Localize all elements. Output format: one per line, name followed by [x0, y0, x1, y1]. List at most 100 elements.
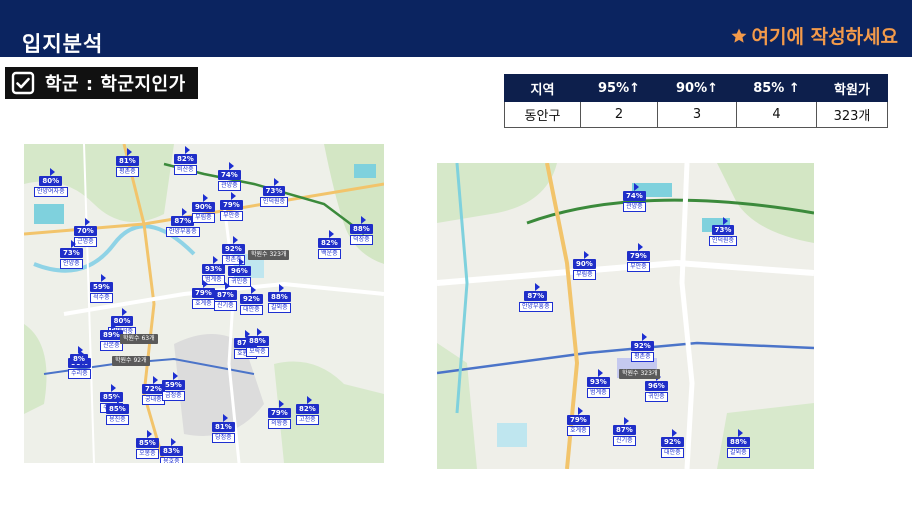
school-marker[interactable]: 87% 신기중	[214, 282, 237, 311]
school-marker[interactable]: 81% 평촌중	[116, 148, 139, 177]
table-header-cell: 95%↑	[580, 74, 658, 102]
school-name-label: 부안중	[627, 262, 650, 272]
school-marker[interactable]: 93% 범계중	[587, 369, 610, 398]
school-marker[interactable]: 88% 갈뫼중	[268, 284, 291, 313]
school-marker[interactable]: 8%	[70, 346, 88, 364]
flag-icon	[70, 240, 76, 248]
school-rate-label: 73%	[711, 225, 735, 235]
checkbox-icon	[11, 71, 35, 95]
school-rate-label: 79%	[567, 415, 590, 425]
slide: 입지분석 여기에 작성하세요 학군 : 학군지인가 지역 95%↑ 90%↑ 8…	[0, 0, 912, 513]
school-rate-label: 88%	[727, 437, 750, 447]
flag-icon	[641, 333, 647, 341]
school-marker[interactable]: 88% 덕장중	[350, 216, 373, 245]
school-rate-label: 74%	[623, 191, 646, 201]
table-cell: 323개	[816, 101, 888, 128]
school-marker[interactable]: 85% 용진중	[106, 396, 129, 425]
flag-icon	[278, 400, 284, 408]
school-name-label: 덕장중	[350, 235, 373, 245]
school-name-label: 의왕중	[268, 419, 291, 429]
school-marker[interactable]: 79% 부안중	[627, 243, 650, 272]
school-marker[interactable]: 74% 관양중	[218, 162, 241, 191]
school-marker[interactable]: 73% 인덕원중	[709, 217, 738, 246]
table-header-cell: 85% ↑	[736, 74, 817, 102]
school-name-label: 인덕원중	[709, 236, 738, 246]
school-map-detail[interactable]: 74% 관양중 73% 인덕원중 79% 부안중 90% 부림중 87% 안양부흥중 92% 평촌중 9…	[437, 163, 814, 469]
school-marker[interactable]: 85% 오봉중	[136, 430, 159, 459]
school-name-label: 갈뫼중	[727, 448, 750, 458]
flag-icon	[222, 414, 228, 422]
school-name-label: 대안중	[240, 305, 263, 315]
flag-icon	[577, 407, 583, 415]
school-name-label: 범계중	[587, 388, 610, 398]
school-name-label: 석수중	[90, 293, 113, 303]
school-marker[interactable]: 92% 대안중	[240, 286, 263, 315]
school-rate-label: 90%	[192, 202, 215, 212]
school-name-label: 안양여자중	[34, 187, 68, 197]
school-marker[interactable]: 73% 인덕원중	[260, 178, 289, 207]
school-rate-label: 85%	[106, 404, 129, 414]
school-marker[interactable]: 82% 비산중	[174, 146, 197, 175]
school-marker[interactable]: 73% 안양중	[60, 240, 83, 269]
school-name-label: 백운중	[318, 249, 341, 259]
flag-icon	[170, 438, 176, 446]
school-rate-label: 79%	[220, 200, 243, 210]
school-rate-label: 82%	[174, 154, 197, 164]
school-map-overview[interactable]: 81% 평촌중 82% 비산중 80% 안양여자중 74% 관양중 73% 인덕원중 87% 안양부흥…	[24, 144, 384, 463]
school-marker[interactable]: 59% 금정중	[162, 372, 185, 401]
school-marker[interactable]: 81% 당정중	[212, 414, 235, 443]
school-rate-label: 90%	[573, 259, 596, 269]
flag-icon	[212, 256, 218, 264]
school-rate-label: 79%	[192, 288, 215, 298]
school-marker[interactable]: 92% 대안중	[661, 429, 684, 458]
flag-icon	[228, 162, 234, 170]
school-rate-label: 73%	[60, 248, 83, 258]
table-header-cell: 지역	[504, 74, 581, 102]
flag-icon	[116, 396, 122, 404]
school-rate-label: 87%	[613, 425, 636, 435]
school-marker[interactable]: 88% 갈뫼중	[727, 429, 750, 458]
school-rate-label: 93%	[587, 377, 610, 387]
school-rate-label: 79%	[268, 408, 291, 418]
school-rate-label: 8%	[70, 354, 88, 364]
flag-icon	[126, 148, 132, 156]
school-marker[interactable]: 88% 모락중	[246, 328, 269, 357]
school-name-label: 신기중	[214, 301, 237, 311]
school-marker[interactable]: 92% 평촌중	[631, 333, 654, 362]
header-note[interactable]: 여기에 작성하세요	[730, 22, 898, 49]
flag-icon	[84, 218, 90, 226]
school-name-label: 평촌중	[116, 167, 139, 177]
school-rate-label: 82%	[318, 238, 341, 248]
table-cell: 3	[657, 101, 737, 128]
school-rate-label: 81%	[116, 156, 139, 166]
school-marker[interactable]: 82% 백운중	[318, 230, 341, 259]
flag-icon	[278, 284, 284, 292]
school-marker[interactable]: 79% 호계중	[192, 280, 215, 309]
table-cell: 동안구	[504, 101, 581, 128]
school-name-label: 대안중	[661, 448, 684, 458]
school-name-label: 고천중	[296, 415, 319, 425]
school-marker[interactable]: 90% 부림중	[573, 251, 596, 280]
school-rate-label: 85%	[136, 438, 159, 448]
school-marker[interactable]: 87% 신기중	[613, 417, 636, 446]
school-rate-label: 70%	[74, 226, 97, 236]
school-marker[interactable]: 90% 부림중	[192, 194, 215, 223]
table-cell: 2	[580, 101, 658, 128]
school-marker[interactable]: 79% 부안중	[220, 192, 243, 221]
table-header-row: 지역 95%↑ 90%↑ 85% ↑ 학원가	[504, 74, 888, 102]
school-marker[interactable]: 79% 의왕중	[268, 400, 291, 429]
school-marker[interactable]: 79% 호계중	[567, 407, 590, 436]
school-name-label: 관양중	[218, 181, 241, 191]
school-marker[interactable]: 82% 고천중	[296, 396, 319, 425]
school-rate-label: 88%	[246, 336, 269, 346]
flag-icon	[232, 236, 238, 244]
section-tag: 학군 : 학군지인가	[5, 67, 198, 99]
school-marker[interactable]: 74% 관양중	[623, 183, 646, 212]
school-name-label: 오봉중	[136, 449, 159, 459]
academy-count-label: 학원수 323개	[619, 369, 661, 379]
school-rate-label: 82%	[296, 404, 319, 414]
school-marker[interactable]: 87% 안양부흥중	[519, 283, 553, 312]
school-marker[interactable]: 80% 안양여자중	[34, 168, 68, 197]
school-marker[interactable]: 59% 석수중	[90, 274, 113, 303]
school-marker[interactable]: 83% 용호중	[160, 438, 183, 463]
